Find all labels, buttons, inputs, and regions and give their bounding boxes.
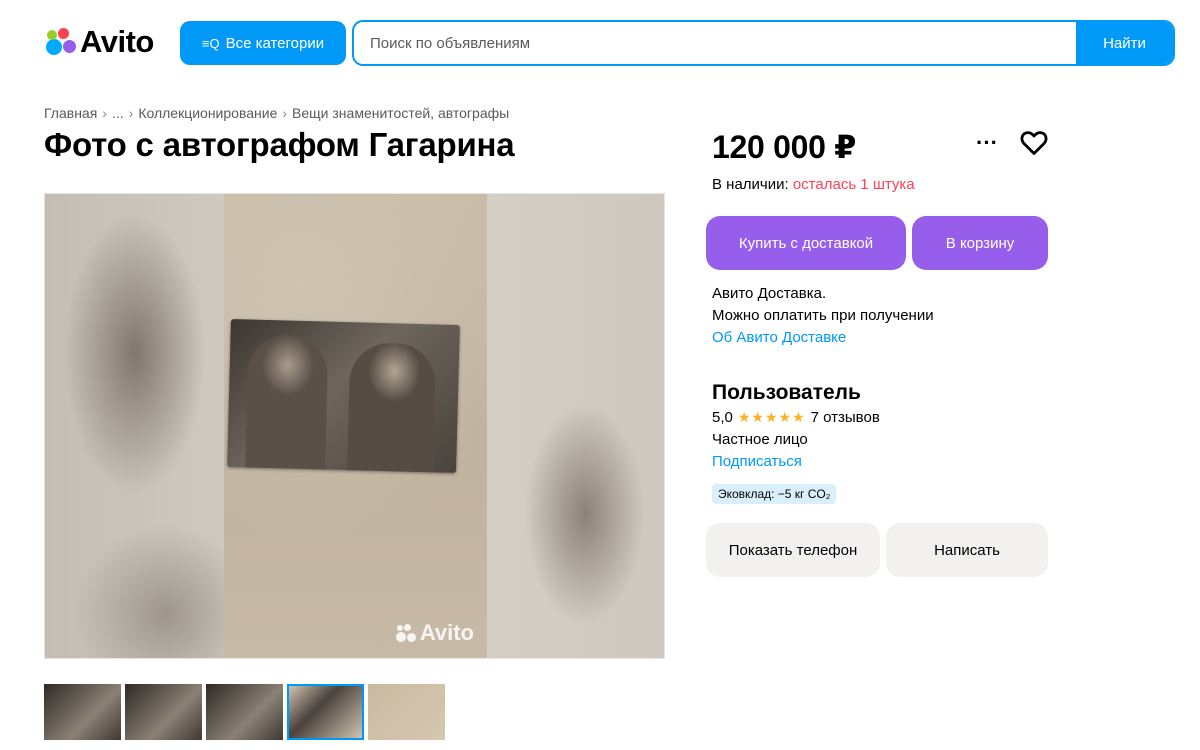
heart-icon[interactable] [1020, 130, 1048, 156]
buy-with-delivery-button[interactable]: Купить с доставкой [706, 216, 906, 270]
rating-value: 5,0 [712, 409, 733, 426]
thumbnail[interactable] [44, 684, 121, 740]
avito-logo-icon [44, 27, 76, 57]
write-message-button[interactable]: Написать [886, 523, 1048, 577]
stock-label: В наличии: [712, 176, 789, 193]
delivery-info: Авито Доставка. Можно оплатить при получ… [712, 283, 934, 349]
eco-badge[interactable]: Эковклад: −5 кг CO₂ [712, 484, 837, 504]
thumbnail[interactable] [206, 684, 283, 740]
seller-type: Частное лицо [712, 431, 808, 448]
seller-name[interactable]: Пользователь [712, 381, 861, 405]
price: 120 000 ₽ [712, 129, 857, 165]
breadcrumb-item-collecting[interactable]: Коллекционирование [138, 105, 277, 121]
photo-card [224, 194, 487, 658]
breadcrumb-item-autographs[interactable]: Вещи знаменитостей, автографы [292, 105, 509, 121]
stock-status: В наличии: осталась 1 штука [712, 176, 915, 193]
page-title: Фото с автографом Гагарина [44, 126, 515, 163]
logo-text: Avito [80, 24, 154, 59]
avito-watermark: Avito [395, 620, 474, 646]
gagarin-photo [227, 319, 460, 473]
all-categories-button[interactable]: ≡Q Все категории [180, 21, 346, 65]
stock-value: осталась 1 штука [792, 176, 915, 193]
show-phone-button[interactable]: Показать телефон [706, 523, 880, 577]
delivery-line-2: Можно оплатить при получении [712, 307, 934, 324]
add-to-cart-button[interactable]: В корзину [912, 216, 1048, 270]
main-photo[interactable]: Avito [44, 193, 665, 659]
breadcrumb: Главная › ... › Коллекционирование › Вещ… [44, 105, 509, 121]
breadcrumb-separator: › [102, 105, 107, 121]
breadcrumb-item-ellipsis[interactable]: ... [112, 105, 124, 121]
search-button[interactable]: Найти [1076, 22, 1173, 64]
search-input[interactable] [354, 22, 1076, 64]
thumbnail[interactable] [368, 684, 445, 740]
figure-left [244, 333, 329, 473]
categories-search-icon: ≡Q [201, 35, 220, 51]
thumbnail[interactable] [125, 684, 202, 740]
thumbnail-active[interactable] [287, 684, 364, 740]
figure-right [346, 342, 437, 473]
avito-logo[interactable]: Avito [44, 24, 154, 60]
seller-rating: 5,0 ★★★★★ 7 отзывов [712, 409, 880, 426]
reviews-link[interactable]: 7 отзывов [811, 409, 880, 426]
breadcrumb-item-home[interactable]: Главная [44, 105, 97, 121]
subscribe-link[interactable]: Подписаться [712, 453, 802, 470]
breadcrumb-separator: › [282, 105, 288, 121]
search-bar: Найти [352, 20, 1175, 66]
breadcrumb-separator: › [128, 105, 134, 121]
all-categories-label: Все категории [225, 34, 325, 52]
delivery-line-1: Авито Доставка. [712, 285, 827, 302]
watermark-logo-icon [395, 623, 417, 643]
more-icon[interactable]: ··· [976, 130, 998, 156]
about-delivery-link[interactable]: Об Авито Доставке [712, 327, 934, 349]
star-icon: ★★★★★ [737, 409, 806, 425]
watermark-text: Avito [419, 620, 474, 645]
thumbnail-strip [44, 684, 445, 740]
